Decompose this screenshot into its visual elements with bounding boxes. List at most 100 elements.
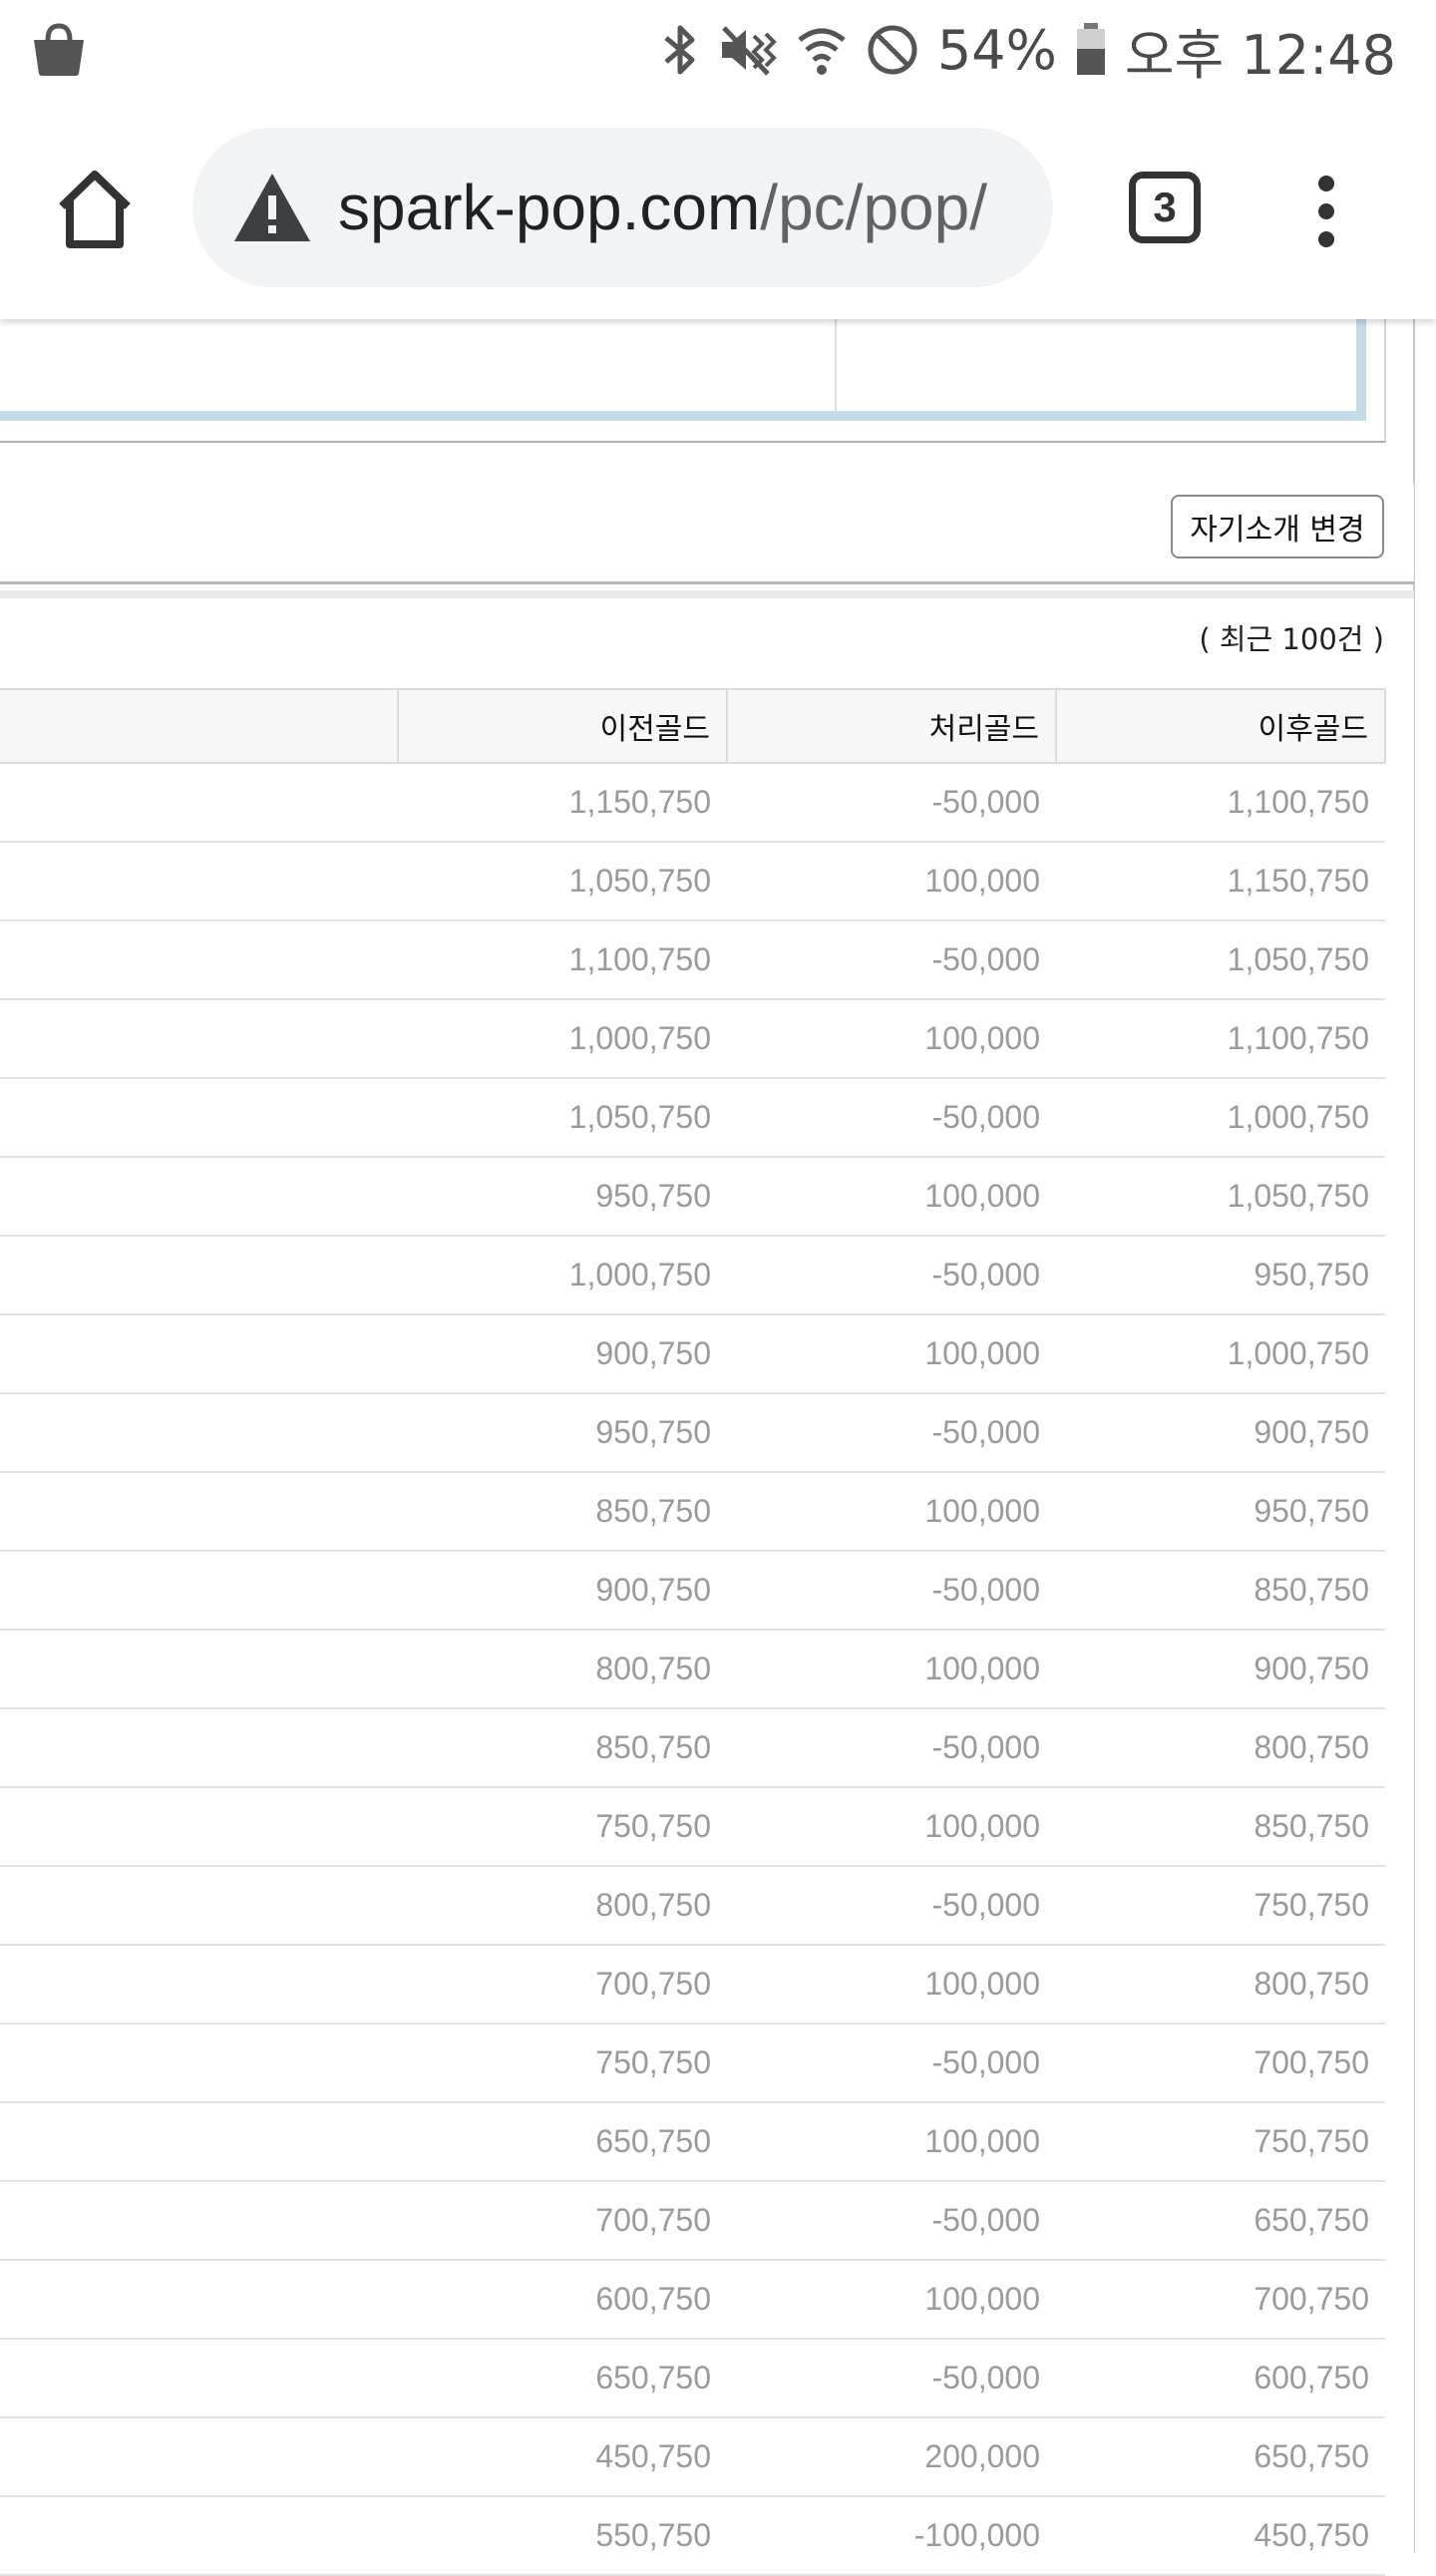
table-cell: 1,000,750 — [398, 1236, 727, 1315]
table-cell — [0, 1866, 398, 1946]
table-cell: 900,750 — [1056, 1393, 1385, 1473]
table-row: 750,750 -50,000 700,750 — [0, 2024, 1385, 2103]
table-cell: 950,750 — [1056, 1236, 1385, 1315]
table-row: 950,750 100,000 1,050,750 — [0, 1157, 1385, 1237]
do-not-disturb-icon — [868, 25, 917, 75]
table-cell: 600,750 — [398, 2260, 727, 2340]
tabs-icon[interactable]: 3 — [1129, 172, 1201, 243]
column-header — [0, 688, 399, 764]
table-row: 900,750 -50,000 850,750 — [0, 1551, 1385, 1631]
table-cell — [0, 1393, 398, 1473]
table-cell: 100,000 — [727, 1787, 1056, 1867]
table-cell: 700,750 — [1056, 2260, 1385, 2340]
table-cell: 100,000 — [727, 1157, 1056, 1237]
table-cell: 100,000 — [727, 999, 1056, 1079]
table-cell: 1,000,750 — [1056, 1314, 1385, 1394]
status-bar: 54% 오후 12:48 — [0, 0, 1436, 100]
table-cell: 900,750 — [398, 1551, 727, 1631]
table-cell — [0, 2260, 398, 2340]
table-cell — [0, 2102, 398, 2182]
table-cell: 700,750 — [1056, 2024, 1385, 2103]
bluetooth-icon — [664, 25, 695, 75]
column-header: 처리골드 — [726, 688, 1057, 764]
table-row: 1,050,750 100,000 1,150,750 — [0, 842, 1385, 921]
table-cell: 850,750 — [398, 1708, 727, 1788]
table-cell — [0, 2417, 398, 2497]
table-row: 850,750 -50,000 800,750 — [0, 1708, 1385, 1788]
table-cell: 750,750 — [1056, 2102, 1385, 2182]
table-cell: 850,750 — [1056, 1551, 1385, 1631]
table-cell: 1,000,750 — [1056, 1078, 1385, 1158]
warning-icon[interactable] — [232, 172, 312, 243]
table-cell: -50,000 — [727, 2024, 1056, 2103]
table-cell: -50,000 — [727, 1236, 1056, 1315]
table-row: 650,750 -50,000 600,750 — [0, 2339, 1385, 2418]
table-cell — [0, 1787, 398, 1867]
table-row: 1,100,750 -50,000 1,050,750 — [0, 920, 1385, 1000]
status-icons: 54% 오후 12:48 — [660, 0, 1396, 100]
table-cell: 1,050,750 — [398, 842, 727, 921]
profile-panel — [0, 309, 1386, 443]
table-cell: 100,000 — [727, 842, 1056, 921]
wifi-icon — [798, 28, 846, 75]
table-cell: -50,000 — [727, 763, 1056, 843]
browser-toolbar: spark-pop.com/pc/pop/ 3 — [0, 100, 1436, 319]
table-cell — [0, 2339, 398, 2418]
change-intro-button[interactable]: 자기소개 변경 — [1171, 495, 1384, 558]
table-cell: -50,000 — [727, 1078, 1056, 1158]
table-cell — [0, 1314, 398, 1394]
recent-count-note: ( 최근 100건 ) — [1199, 622, 1384, 656]
table-row: 850,750 100,000 950,750 — [0, 1472, 1385, 1552]
table-cell: 100,000 — [727, 1314, 1056, 1394]
table-cell: 1,100,750 — [1056, 763, 1385, 843]
table-row: 800,750 100,000 900,750 — [0, 1630, 1385, 1709]
table-cell: 450,750 — [1056, 2496, 1385, 2576]
table-cell — [0, 2496, 398, 2576]
url-host: spark-pop.com — [338, 172, 761, 243]
table-cell: 450,750 — [398, 2417, 727, 2497]
panel-divider — [835, 311, 837, 411]
table-cell: 650,750 — [398, 2102, 727, 2182]
table-cell: 1,150,750 — [398, 763, 727, 843]
table-cell — [0, 1551, 398, 1631]
url-path: /pc/pop/ — [760, 172, 987, 243]
table-cell: 1,100,750 — [398, 920, 727, 1000]
table-cell: 200,000 — [727, 2417, 1056, 2497]
table-cell: 600,750 — [1056, 2339, 1385, 2418]
table-cell: 850,750 — [1056, 1787, 1385, 1867]
table-cell: 650,750 — [1056, 2181, 1385, 2261]
home-icon[interactable] — [50, 165, 140, 254]
table-cell — [0, 920, 398, 1000]
table-row: 650,750 100,000 750,750 — [0, 2102, 1385, 2182]
table-cell: -50,000 — [727, 920, 1056, 1000]
table-cell: 100,000 — [727, 1630, 1056, 1709]
table-cell: -50,000 — [727, 1866, 1056, 1946]
url-text[interactable]: spark-pop.com/pc/pop/ — [338, 171, 987, 244]
table-cell: 700,750 — [398, 1945, 727, 2024]
table-cell: 900,750 — [1056, 1630, 1385, 1709]
table-cell — [0, 1945, 398, 2024]
battery-percent: 54% — [936, 18, 1057, 82]
profile-panel-inner — [0, 311, 1366, 421]
tab-count: 3 — [1153, 184, 1177, 230]
table-row: 1,050,750 -50,000 1,000,750 — [0, 1078, 1385, 1158]
table-cell: 650,750 — [398, 2339, 727, 2418]
address-bar[interactable]: spark-pop.com/pc/pop/ — [192, 128, 1053, 287]
table-cell — [0, 999, 398, 1079]
table-cell — [0, 2024, 398, 2103]
table-cell — [0, 842, 398, 921]
intro-bar: 자기소개 변경 — [0, 485, 1414, 584]
table-cell — [0, 1157, 398, 1237]
table-cell: 800,750 — [398, 1866, 727, 1946]
table-cell: 1,100,750 — [1056, 999, 1385, 1079]
table-cell: 800,750 — [398, 1630, 727, 1709]
table-cell — [0, 763, 398, 843]
table-cell: 850,750 — [398, 1472, 727, 1552]
column-header: 이전골드 — [397, 688, 728, 764]
more-vert-icon[interactable] — [1306, 172, 1346, 251]
table-row: 1,000,750 -50,000 950,750 — [0, 1236, 1385, 1315]
table-cell: 1,150,750 — [1056, 842, 1385, 921]
table-cell: -50,000 — [727, 1708, 1056, 1788]
table-cell: 100,000 — [727, 2260, 1056, 2340]
table-cell: 750,750 — [1056, 1866, 1385, 1946]
